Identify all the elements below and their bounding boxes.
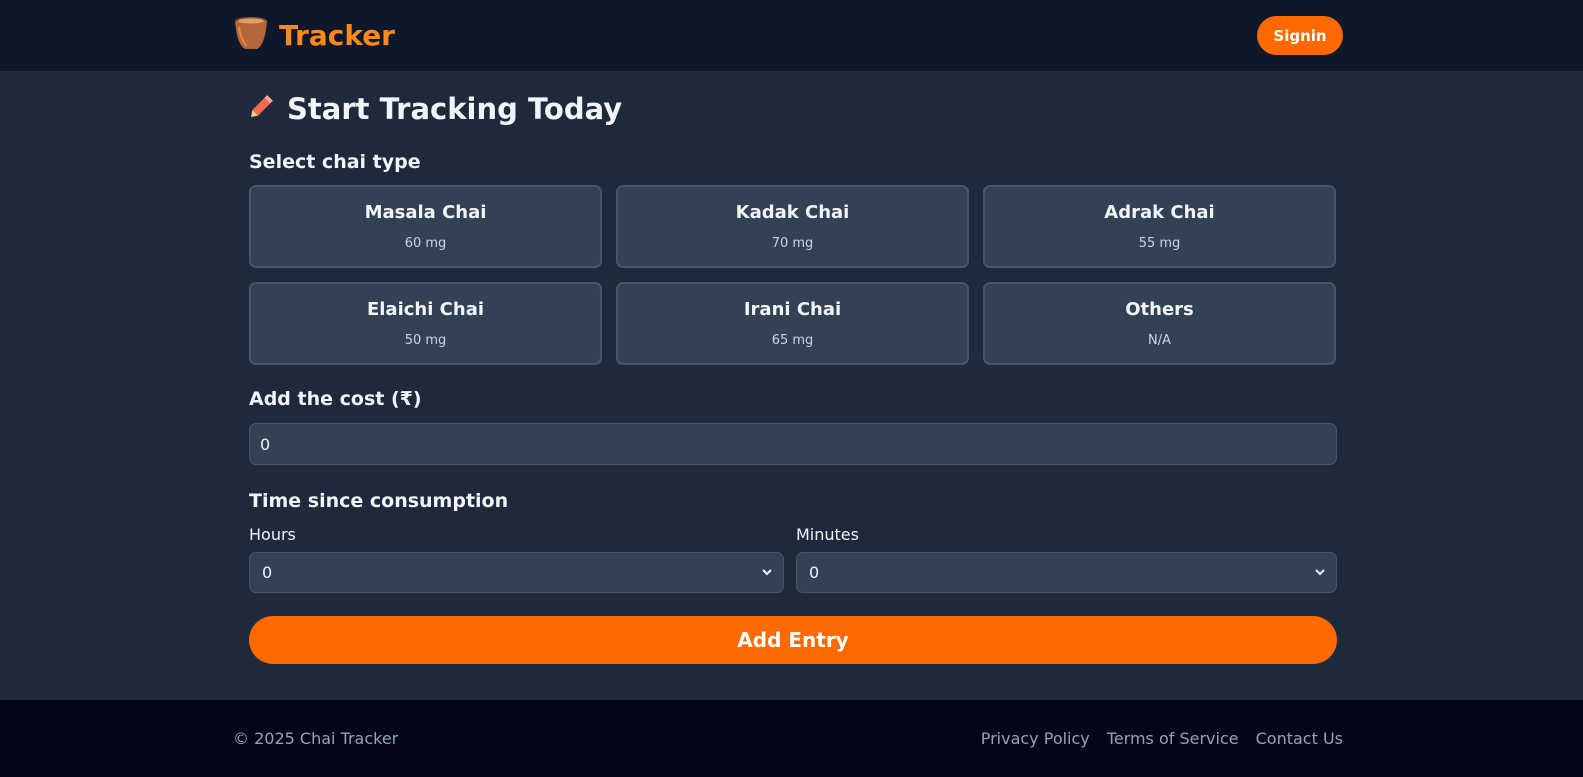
- chai-name: Others: [1125, 299, 1194, 320]
- header: Tracker Signin: [0, 0, 1583, 71]
- terms-of-service-link[interactable]: Terms of Service: [1107, 729, 1239, 748]
- chai-card-others[interactable]: Others N/A: [983, 282, 1336, 365]
- copyright-text: © 2025 Chai Tracker: [233, 729, 399, 748]
- chai-name: Kadak Chai: [735, 202, 850, 223]
- chai-card-kadak[interactable]: Kadak Chai 70 mg: [616, 185, 969, 268]
- main-content: Start Tracking Today Select chai type Ma…: [0, 71, 1583, 700]
- chai-caffeine: 60 mg: [404, 236, 447, 251]
- minutes-select[interactable]: 0: [796, 552, 1337, 593]
- chai-caffeine: N/A: [1148, 333, 1171, 348]
- chai-name: Masala Chai: [364, 202, 487, 223]
- hours-select[interactable]: 0: [249, 552, 784, 593]
- chevron-down-icon: [761, 563, 773, 582]
- footer-links: Privacy Policy Terms of Service Contact …: [981, 729, 1343, 748]
- chai-card-elaichi[interactable]: Elaichi Chai 50 mg: [249, 282, 602, 365]
- chai-caffeine: 65 mg: [771, 333, 814, 348]
- chai-card-masala[interactable]: Masala Chai 60 mg: [249, 185, 602, 268]
- chai-name: Elaichi Chai: [366, 299, 485, 320]
- add-entry-button[interactable]: Add Entry: [249, 616, 1337, 664]
- minutes-label: Minutes: [796, 525, 859, 544]
- footer: © 2025 Chai Tracker Privacy Policy Terms…: [0, 700, 1583, 777]
- cost-label: Add the cost (₹): [249, 388, 422, 410]
- cost-input[interactable]: 0: [249, 423, 1337, 465]
- chai-caffeine: 50 mg: [404, 333, 447, 348]
- chai-name: Irani Chai: [743, 299, 842, 320]
- contact-us-link[interactable]: Contact Us: [1256, 729, 1343, 748]
- page-title: Start Tracking Today: [249, 91, 622, 126]
- brand[interactable]: Tracker: [233, 15, 395, 57]
- chai-cup-icon: [233, 15, 269, 57]
- hours-value: 0: [262, 563, 273, 582]
- time-label: Time since consumption: [249, 490, 509, 512]
- chai-caffeine: 55 mg: [1138, 236, 1181, 251]
- chai-card-adrak[interactable]: Adrak Chai 55 mg: [983, 185, 1336, 268]
- brand-title: Tracker: [279, 19, 395, 52]
- minutes-value: 0: [809, 563, 820, 582]
- chai-name: Adrak Chai: [1104, 202, 1215, 223]
- hours-label: Hours: [249, 525, 296, 544]
- chai-caffeine: 70 mg: [771, 236, 814, 251]
- chai-type-label: Select chai type: [249, 151, 421, 173]
- pencil-icon: [249, 91, 277, 126]
- chai-type-grid: Masala Chai 60 mg Kadak Chai 70 mg Adrak…: [249, 185, 1337, 365]
- chai-card-irani[interactable]: Irani Chai 65 mg: [616, 282, 969, 365]
- privacy-policy-link[interactable]: Privacy Policy: [981, 729, 1090, 748]
- chevron-down-icon: [1314, 563, 1326, 582]
- cost-value: 0: [260, 434, 271, 454]
- page-title-text: Start Tracking Today: [287, 91, 623, 126]
- signin-button[interactable]: Signin: [1257, 16, 1343, 55]
